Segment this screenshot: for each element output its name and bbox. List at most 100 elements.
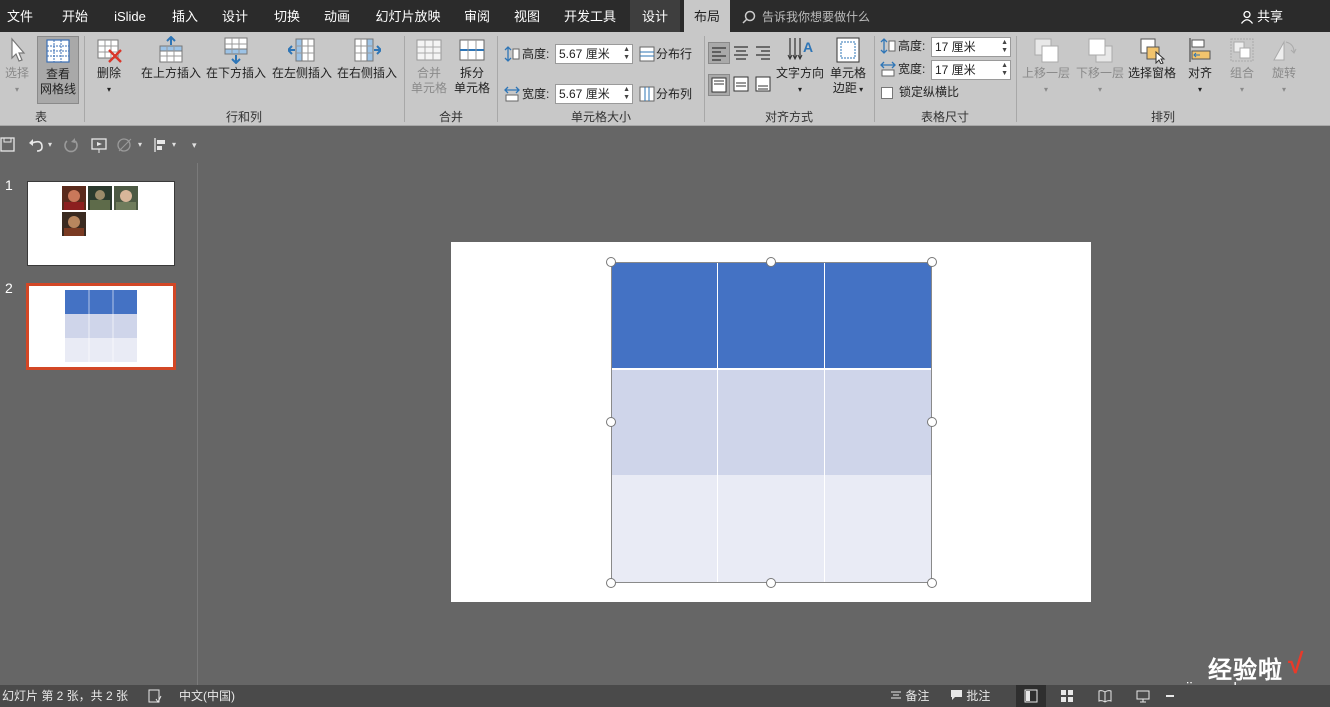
selection-pane-icon [1140,38,1166,64]
share-button[interactable]: 共享 [1240,0,1283,32]
align-bottom-button[interactable] [753,74,775,96]
table[interactable] [611,262,932,583]
group-button[interactable]: 组合 ▾ [1224,36,1260,97]
tab-table-design[interactable]: 设计 [630,0,680,32]
tell-me-search[interactable]: 告诉我你想要做什么 [742,0,870,32]
cell-width-input[interactable]: 5.67 厘米 ▲ ▼ [555,84,633,104]
align-bottom-icon [755,76,771,92]
select-button[interactable]: 选择 ▾ [2,36,32,97]
insert-right-button[interactable]: 在右侧插入 [335,36,399,81]
slide-thumbnail-2[interactable] [26,283,176,370]
slideshow-view-icon[interactable] [1136,689,1150,703]
resize-handle[interactable] [927,578,937,588]
align-top-icon [711,77,727,93]
resize-handle[interactable] [927,257,937,267]
shapes-icon[interactable] [116,136,134,154]
slide-thumbnail-1[interactable] [27,181,175,266]
delete-button[interactable]: 删除 ▾ [90,36,128,97]
table-cell[interactable] [612,475,718,582]
table-cell[interactable] [612,370,718,475]
slideshow-from-start-icon[interactable] [90,136,108,154]
align-objects-icon [1189,38,1211,62]
table-width-icon [880,61,896,77]
notes-button[interactable]: 备注 [890,685,929,707]
comment-icon [951,690,962,700]
resize-handle[interactable] [927,417,937,427]
resize-handle[interactable] [606,578,616,588]
align-button[interactable]: 对齐 ▾ [1182,36,1218,97]
table-cell[interactable] [718,263,825,368]
redo-icon[interactable] [62,136,80,154]
resize-handle[interactable] [766,578,776,588]
align-right-button[interactable] [753,42,775,64]
comments-button[interactable]: 批注 [950,685,990,707]
tab-islide[interactable]: iSlide [106,0,154,32]
spell-check-icon[interactable] [148,689,162,703]
insert-below-button[interactable]: 在下方插入 [205,36,267,81]
cell-width-value: 5.67 厘米 [559,87,610,101]
merge-cells-button[interactable]: 合并 单元格 [408,36,450,96]
normal-view-button[interactable] [1016,685,1046,707]
insert-left-button[interactable]: 在左侧插入 [270,36,334,81]
lock-aspect-checkbox[interactable] [881,87,893,99]
gridlines-label-1: 查看 [45,67,70,81]
table-height-input[interactable]: 17 厘米 ▲ ▼ [931,37,1011,57]
table-cell[interactable] [825,263,931,368]
text-direction-button[interactable]: A 文字方向 ▾ [776,36,824,97]
distribute-rows-button[interactable]: 分布行 [656,44,692,64]
slide-sorter-icon[interactable] [1060,689,1074,703]
table-width-input[interactable]: 17 厘米 ▲ ▼ [931,60,1011,80]
customize-qat-icon[interactable]: ▾ [192,136,210,154]
table-cell[interactable] [612,263,718,368]
tab-layout[interactable]: 布局 [684,0,730,32]
undo-icon[interactable] [28,136,46,154]
table-cell[interactable] [825,475,931,582]
align-center-button[interactable] [731,42,753,64]
tab-animations[interactable]: 动画 [314,0,360,32]
resize-handle[interactable] [606,257,616,267]
tab-file[interactable]: 文件 [0,0,40,32]
spin-arrows-icon[interactable]: ▲ ▼ [623,46,630,62]
rotate-button[interactable]: 旋转 ▾ [1266,36,1302,97]
tab-view[interactable]: 视图 [504,0,550,32]
resize-handle[interactable] [606,417,616,427]
align-middle-button[interactable] [731,74,753,96]
table-cell[interactable] [825,370,931,475]
tab-home[interactable]: 开始 [52,0,98,32]
bring-forward-button[interactable]: 上移一层 ▾ [1020,36,1072,97]
table-height-value: 17 厘米 [935,40,976,54]
cursor-arrow-icon [11,37,26,62]
align-dropdown-icon[interactable]: ▾ [172,136,190,154]
tab-slideshow[interactable]: 幻灯片放映 [368,0,448,32]
spin-arrows-icon[interactable]: ▲ ▼ [623,86,630,102]
spin-arrows-icon[interactable]: ▲ ▼ [1001,62,1008,78]
save-icon[interactable] [0,136,18,154]
group-separator [404,36,405,122]
table-cell[interactable] [718,475,825,582]
cell-margins-button[interactable]: 单元格 边距 ▾ [828,36,868,97]
align-top-button[interactable] [708,74,730,96]
table-width-value: 17 厘米 [935,63,976,77]
tab-transitions[interactable]: 切换 [264,0,310,32]
send-backward-button[interactable]: 下移一层 ▾ [1074,36,1126,97]
normal-view-icon [1024,689,1038,703]
tab-review[interactable]: 审阅 [454,0,500,32]
resize-handle[interactable] [766,257,776,267]
cell-height-input[interactable]: 5.67 厘米 ▲ ▼ [555,44,633,64]
align-left-button[interactable] [708,42,730,64]
table-cell[interactable] [718,370,825,475]
split-cells-button[interactable]: 拆分 单元格 [451,36,493,96]
reading-view-icon[interactable] [1098,689,1112,703]
tab-design[interactable]: 设计 [212,0,258,32]
selection-pane-button[interactable]: 选择窗格 [1126,36,1178,81]
zoom-out-icon[interactable] [1166,695,1180,698]
align-qat-icon[interactable] [152,136,170,154]
insert-above-button[interactable]: 在上方插入 [140,36,202,81]
distribute-cols-button[interactable]: 分布列 [656,84,692,104]
tab-insert[interactable]: 插入 [162,0,208,32]
tab-developer[interactable]: 开发工具 [556,0,624,32]
watermark-check-mark: √ [1288,648,1304,679]
language-indicator[interactable]: 中文(中国) [179,685,235,707]
view-gridlines-button[interactable]: 查看 网格线 [37,36,79,104]
spin-arrows-icon[interactable]: ▲ ▼ [1001,39,1008,55]
